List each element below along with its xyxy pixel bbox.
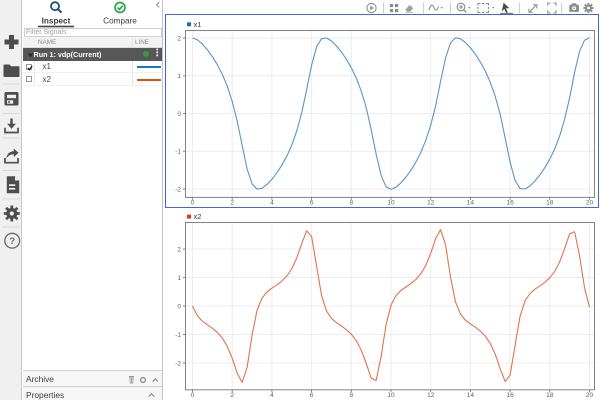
svg-text:Inspect: Inspect (42, 17, 71, 26)
svg-text:Compare: Compare (103, 17, 137, 26)
svg-text:?: ? (9, 235, 15, 246)
